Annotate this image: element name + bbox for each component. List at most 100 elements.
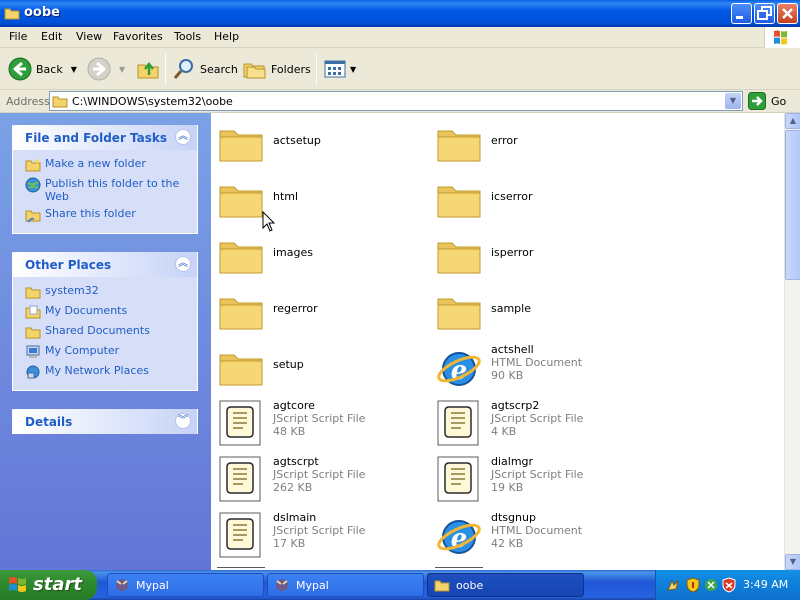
- folder-icon: [219, 130, 263, 162]
- menu-view[interactable]: View: [76, 30, 102, 43]
- back-button[interactable]: Back ▼: [8, 53, 77, 85]
- panel-title: Other Places: [25, 258, 112, 272]
- collapse-chevron-icon[interactable]: ︽: [175, 256, 191, 272]
- security-alert-icon[interactable]: [721, 577, 737, 593]
- task-share-folder[interactable]: Share this folder: [25, 207, 189, 223]
- search-button[interactable]: Search: [172, 53, 238, 85]
- file-item[interactable]: sample: [435, 287, 645, 335]
- windows-flag-icon: [9, 577, 26, 592]
- go-button[interactable]: Go: [748, 92, 786, 110]
- security-shield-icon[interactable]: [685, 577, 701, 593]
- menu-help[interactable]: Help: [214, 30, 239, 43]
- taskbar-button-mypal[interactable]: Mypal: [267, 573, 424, 597]
- tray-app-icon[interactable]: [703, 577, 719, 593]
- file-item[interactable]: agtcore JScript Script File 48 KB: [217, 399, 427, 447]
- file-item[interactable]: agtscrp2 JScript Script File 4 KB: [435, 399, 645, 447]
- place-label: My Network Places: [45, 364, 149, 377]
- place-system32[interactable]: system32: [25, 284, 189, 300]
- scroll-down-icon[interactable]: ▼: [785, 554, 800, 570]
- place-label: My Documents: [45, 304, 128, 317]
- views-button[interactable]: ▼: [323, 53, 356, 85]
- mypal-app-icon: [116, 579, 128, 591]
- file-item[interactable]: setup: [217, 343, 427, 391]
- folder-icon: [219, 298, 263, 330]
- file-type: JScript Script File: [273, 412, 366, 425]
- file-name: dslmain: [273, 511, 317, 524]
- menu-tools[interactable]: Tools: [174, 30, 201, 43]
- views-dropdown-icon[interactable]: ▼: [350, 65, 356, 74]
- file-size: 17 KB: [273, 537, 306, 550]
- details-header[interactable]: Details ︾: [13, 409, 197, 434]
- place-my-documents[interactable]: My Documents: [25, 304, 189, 320]
- place-my-computer[interactable]: My Computer: [25, 344, 189, 360]
- menu-file[interactable]: File: [9, 30, 27, 43]
- start-button[interactable]: start: [0, 570, 97, 600]
- forward-dropdown-icon[interactable]: ▼: [119, 65, 125, 74]
- file-type: HTML Document: [491, 524, 583, 537]
- other-places-panel: Other Places ︽ system32 My Documents Sha…: [12, 252, 198, 391]
- file-type: HTML Document: [491, 356, 583, 369]
- windows-logo: [764, 27, 800, 48]
- taskbar-button-oobe[interactable]: oobe: [427, 573, 584, 597]
- address-dropdown-icon[interactable]: ▼: [725, 93, 741, 109]
- folders-button[interactable]: Folders: [243, 53, 311, 85]
- forward-arrow-icon: [87, 57, 111, 81]
- task-make-new-folder[interactable]: Make a new folder: [25, 157, 189, 173]
- forward-button[interactable]: ▼: [87, 53, 125, 85]
- collapse-chevron-icon[interactable]: ︽: [175, 129, 191, 145]
- file-item[interactable]: images: [217, 231, 427, 279]
- menu-favorites[interactable]: Favorites: [113, 30, 163, 43]
- menu-edit[interactable]: Edit: [41, 30, 62, 43]
- file-item[interactable]: dslmain JScript Script File 17 KB: [217, 511, 427, 559]
- file-type: JScript Script File: [273, 524, 366, 537]
- address-path: C:\WINDOWS\system32\oobe: [72, 95, 233, 108]
- other-places-header[interactable]: Other Places ︽: [13, 252, 197, 277]
- file-item[interactable]: dialmgr JScript Script File 19 KB: [435, 455, 645, 503]
- back-dropdown-icon[interactable]: ▼: [71, 65, 77, 74]
- taskbar: start Mypal Mypal oobe 3:49 AM: [0, 570, 800, 600]
- file-item[interactable]: e actshell HTML Document 90 KB: [435, 343, 645, 391]
- close-icon: [782, 8, 793, 19]
- scroll-thumb[interactable]: [785, 130, 800, 280]
- file-item[interactable]: regerror: [217, 287, 427, 335]
- taskbar-button-mypal[interactable]: Mypal: [107, 573, 264, 597]
- file-folder-tasks-header[interactable]: File and Folder Tasks ︽: [13, 125, 197, 150]
- close-button[interactable]: [777, 3, 798, 24]
- restore-button[interactable]: [754, 3, 775, 24]
- go-label: Go: [771, 94, 787, 108]
- up-folder-button[interactable]: [136, 53, 160, 85]
- title-bar[interactable]: oobe: [0, 0, 800, 27]
- file-item[interactable]: isperror: [435, 231, 645, 279]
- file-size: 48 KB: [273, 425, 306, 438]
- search-label: Search: [200, 62, 238, 76]
- views-icon: [324, 60, 346, 78]
- file-item[interactable]: e dtsgnup HTML Document 42 KB: [435, 511, 645, 559]
- address-input[interactable]: C:\WINDOWS\system32\oobe ▼: [49, 91, 743, 111]
- file-item[interactable]: error: [435, 119, 645, 167]
- system-tray: 3:49 AM: [655, 570, 800, 600]
- file-item[interactable]: actsetup: [217, 119, 427, 167]
- go-arrow-icon: [748, 92, 766, 110]
- my-documents-icon: [25, 305, 41, 319]
- place-shared-documents[interactable]: Shared Documents: [25, 324, 189, 340]
- network-tray-icon[interactable]: [665, 577, 681, 593]
- task-label: Make a new folder: [45, 157, 146, 170]
- task-publish-folder[interactable]: Publish this folder to the Web: [25, 177, 189, 203]
- back-label: Back: [36, 62, 63, 76]
- toolbar-separator: [165, 54, 166, 84]
- new-folder-icon: [25, 158, 41, 172]
- file-name: dtsgnup: [491, 511, 536, 524]
- place-my-network-places[interactable]: My Network Places: [25, 364, 189, 380]
- taskbar-label: Mypal: [136, 578, 169, 592]
- folder-icon: [4, 5, 20, 24]
- script-file-icon: [219, 512, 261, 558]
- file-item[interactable]: agtscrpt JScript Script File 262 KB: [217, 455, 427, 503]
- file-name: error: [491, 134, 518, 147]
- back-arrow-icon: [8, 57, 32, 81]
- expand-chevron-icon[interactable]: ︾: [175, 413, 191, 429]
- vertical-scrollbar[interactable]: ▲ ▼: [784, 113, 800, 570]
- minimize-button[interactable]: [731, 3, 752, 24]
- file-item[interactable]: html: [217, 175, 427, 223]
- scroll-up-icon[interactable]: ▲: [785, 113, 800, 129]
- file-item[interactable]: icserror: [435, 175, 645, 223]
